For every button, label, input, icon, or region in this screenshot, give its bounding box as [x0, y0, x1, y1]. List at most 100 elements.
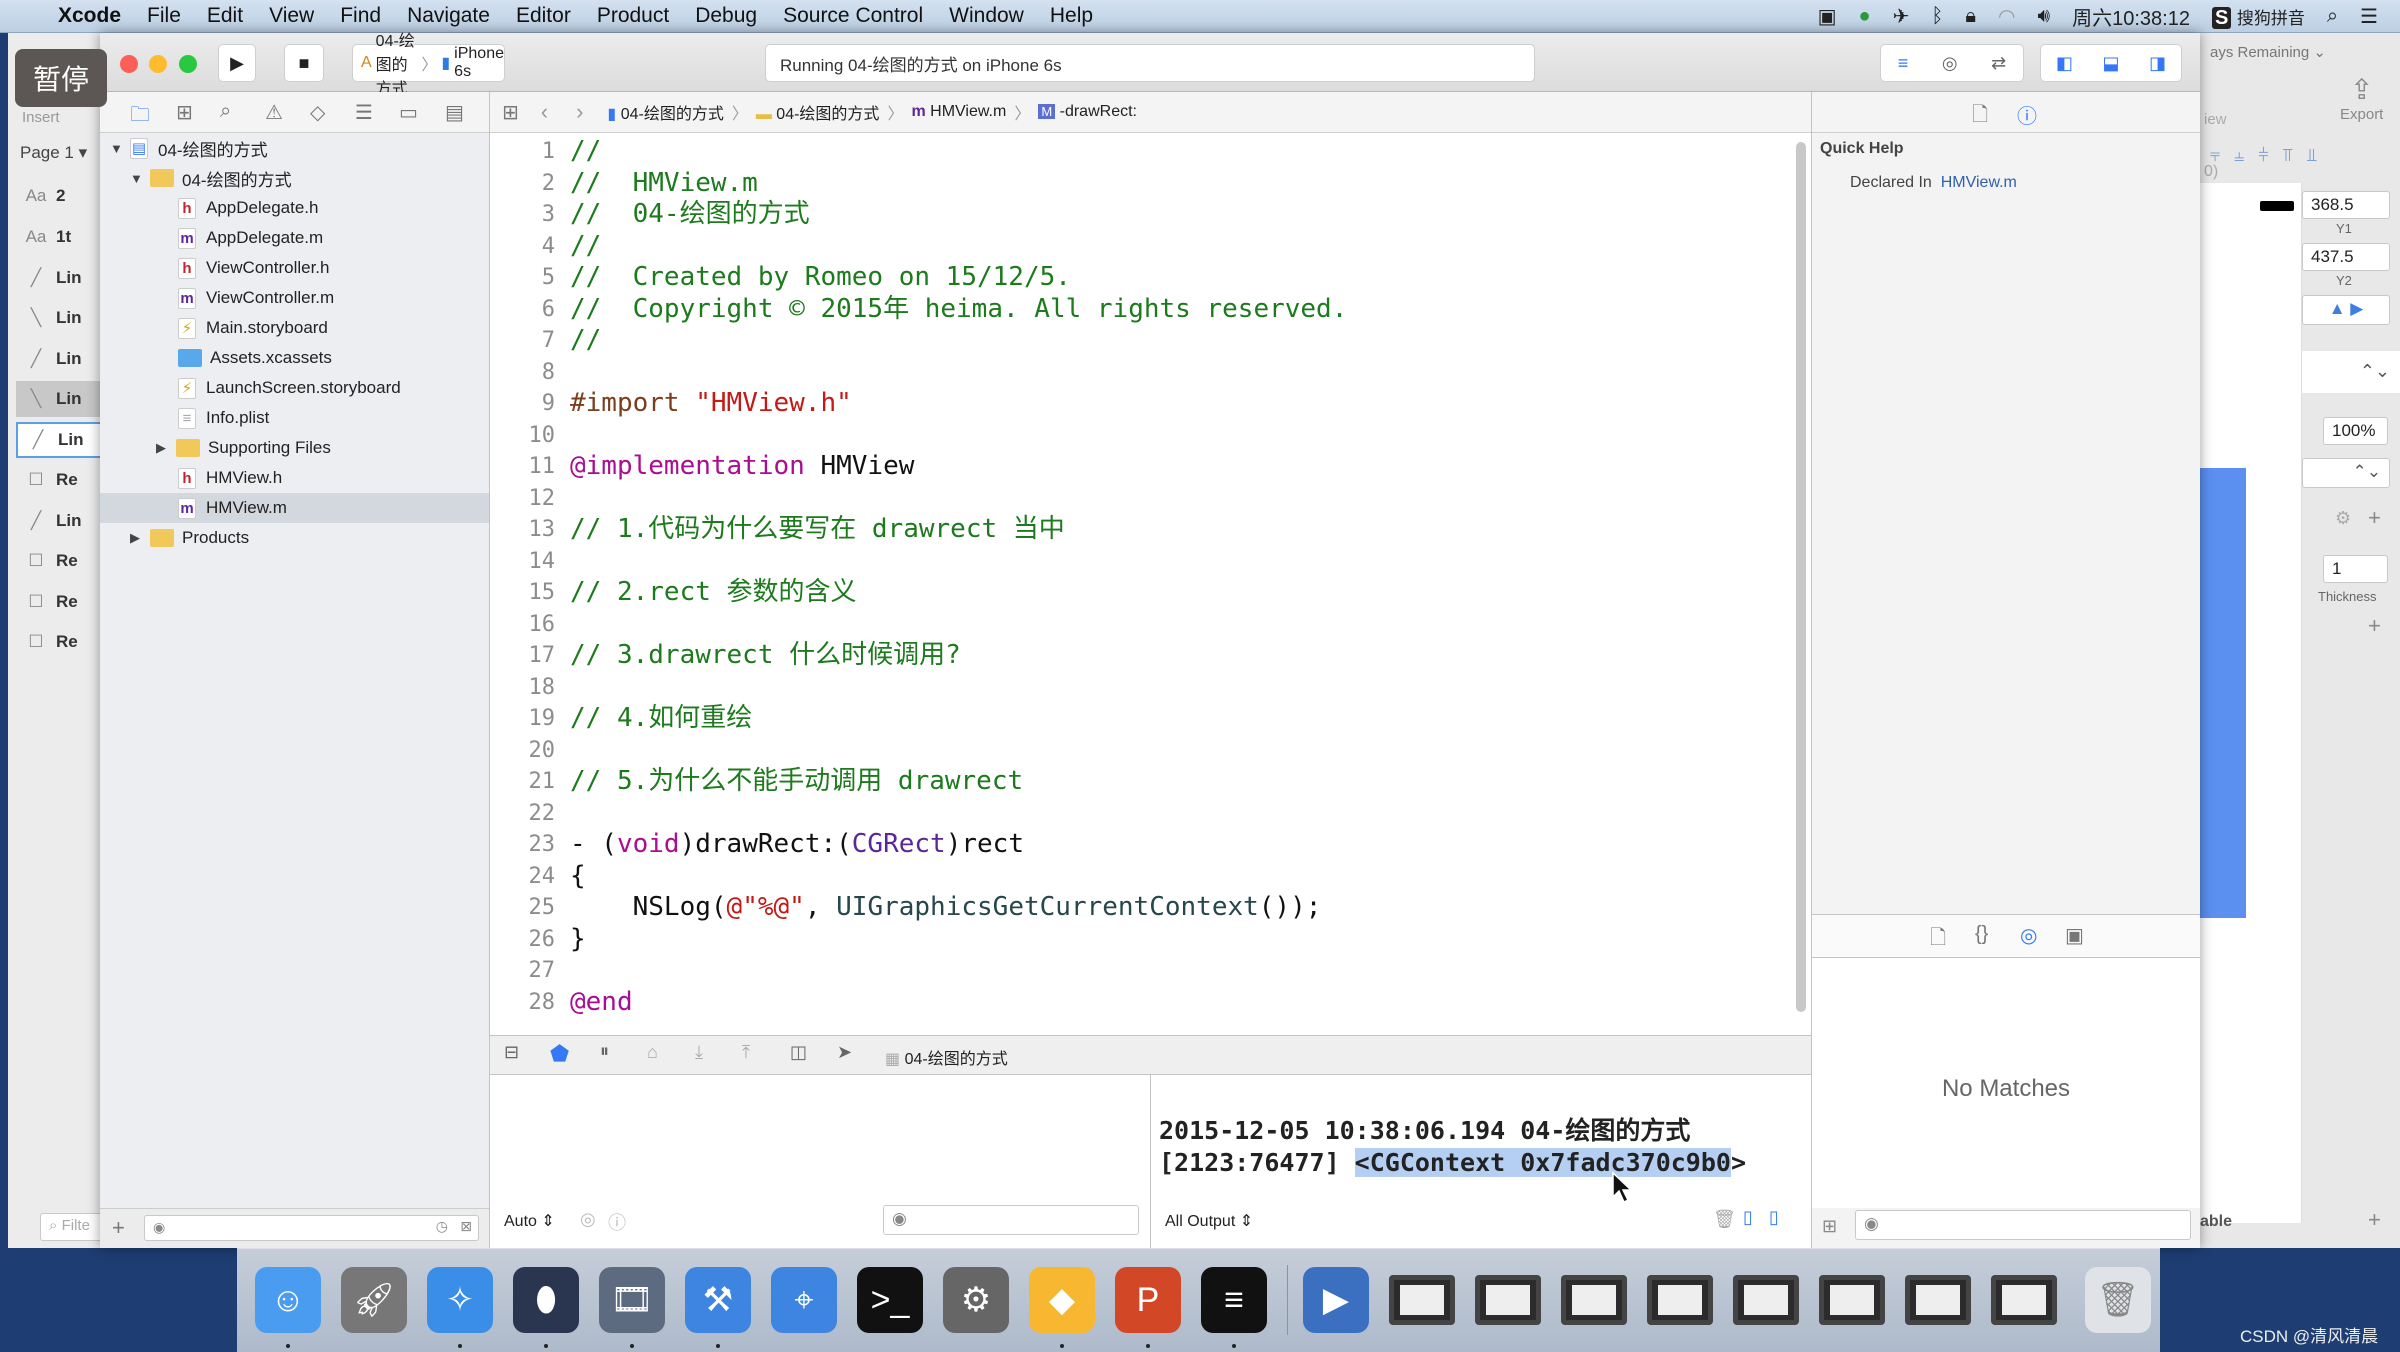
menu-find[interactable]: Find	[340, 4, 381, 28]
add-file-icon[interactable]: +	[112, 1215, 125, 1241]
clock[interactable]: 周六10:38:12	[2072, 2, 2190, 31]
spotlight-icon[interactable]: ⌕	[2327, 5, 2338, 28]
forward-icon[interactable]: ›	[576, 99, 583, 125]
opacity-field[interactable]: 100%	[2323, 417, 2388, 445]
align-toolbar[interactable]: ⫧⫨⫩⫪⫫	[2210, 145, 2400, 166]
movie-icon[interactable]: 🎞︎	[599, 1267, 665, 1333]
object-library-icon[interactable]: ◎	[2020, 923, 2037, 948]
window-thumb-3[interactable]	[1561, 1275, 1627, 1325]
issue-navigator-icon[interactable]: ⚠	[265, 100, 283, 125]
navigator-item[interactable]: m HMView.m	[100, 493, 489, 523]
assistant-editor-icon[interactable]: ◎	[1942, 53, 1958, 74]
blend-select[interactable]: ⌃⌄	[2302, 351, 2400, 393]
jump-item-project[interactable]: ▮ 04-绘图的方式	[607, 100, 723, 124]
scheme-selector[interactable]: A 04-绘图的方式〉 ▮ iPhone 6s	[352, 33, 505, 98]
window-thumb-5[interactable]	[1733, 1275, 1799, 1325]
standard-editor-icon[interactable]: ≡	[1898, 53, 1909, 74]
menu-source-control[interactable]: Source Control	[783, 4, 923, 28]
finder-icon[interactable]: ☺	[255, 1267, 321, 1333]
navigator-item[interactable]: h AppDelegate.h	[100, 193, 489, 223]
window-thumb-6[interactable]	[1819, 1275, 1885, 1325]
breakpoints-toggle-icon[interactable]: ⬟	[550, 1041, 569, 1067]
navigator-item[interactable]: h ViewController.h	[100, 253, 489, 283]
menu-editor[interactable]: Editor	[516, 4, 571, 28]
window-thumb-7[interactable]	[1905, 1275, 1971, 1325]
thickness-field[interactable]: 1	[2323, 555, 2388, 583]
menu-product[interactable]: Product	[597, 4, 669, 28]
navigator-item[interactable]: ≡ Info.plist	[100, 403, 489, 433]
disclosure-open-icon[interactable]: ▼	[110, 141, 126, 156]
menu-debug[interactable]: Debug	[695, 4, 757, 28]
sketch-icon[interactable]: ◆	[1029, 1267, 1095, 1333]
wifi-icon[interactable]: ◠	[1998, 4, 2015, 29]
back-icon[interactable]: ‹	[541, 99, 548, 125]
menu-app[interactable]: Xcode	[58, 4, 121, 28]
navigator-filter-input[interactable]: ◉ ◷ ⊠	[144, 1215, 479, 1241]
quick-help-icon[interactable]: ⓘ	[2017, 100, 2037, 129]
screen-record-icon[interactable]: ▣	[1818, 4, 1837, 29]
instruments-icon[interactable]: ⌖	[771, 1267, 837, 1333]
window-thumb-1[interactable]	[1389, 1275, 1455, 1325]
file-inspector-icon[interactable]: 🗋	[1972, 100, 1988, 134]
add-export-icon[interactable]: +	[2368, 1207, 2381, 1233]
report-navigator-icon[interactable]: ▤	[445, 100, 464, 125]
quick-look-icon[interactable]: ◎	[580, 1209, 596, 1230]
scope-select[interactable]: Auto ⇕	[504, 1211, 555, 1231]
jump-item-group[interactable]: ▬ 04-绘图的方式	[756, 100, 880, 124]
editor-scrollbar[interactable]	[1796, 142, 1806, 1012]
split-console-icon[interactable]: ▯	[1769, 1207, 1779, 1228]
y2-field[interactable]: 437.5	[2302, 243, 2390, 271]
safari-icon[interactable]: ✧	[427, 1267, 493, 1333]
page-select[interactable]: Page 1 ▾	[20, 143, 87, 163]
navigator-item[interactable]: ▶ Supporting Files	[100, 433, 489, 463]
border-settings-icon[interactable]: ⚙	[2335, 508, 2351, 529]
app-status-icon[interactable]: ●	[1859, 5, 1871, 28]
step-out-icon[interactable]: ⤒	[742, 1042, 750, 1063]
info-icon[interactable]: ⓘ	[608, 1209, 626, 1235]
navigator-item[interactable]: ▶ Products	[100, 523, 489, 553]
system-preferences-icon[interactable]: ⚙	[943, 1267, 1009, 1333]
toggle-navigator-icon[interactable]: ◧	[2056, 53, 2073, 74]
y1-field[interactable]: 368.5	[2302, 191, 2390, 219]
close-button[interactable]	[120, 55, 138, 73]
related-items-icon[interactable]: ⊞	[502, 100, 519, 125]
toggle-utilities-icon[interactable]: ◨	[2149, 53, 2166, 74]
launchpad-icon[interactable]: 🚀︎	[341, 1267, 407, 1333]
disclosure-closed-icon[interactable]: ▶	[130, 530, 146, 546]
volume-icon[interactable]: 🔊︎	[2037, 5, 2050, 28]
recent-files-icon[interactable]: ◷	[436, 1218, 448, 1235]
code-area[interactable]: 1 // 2 // HMView.m 3 // 04-绘图的方式 4 // 5 // Create…	[490, 133, 1790, 1035]
navigator-item[interactable]: ⚡ LaunchScreen.storyboard	[100, 373, 489, 403]
disclosure-open-icon[interactable]: ▼	[130, 171, 146, 186]
library-filter-input[interactable]: ◉	[1855, 1210, 2191, 1240]
trash-icon[interactable]: 🗑︎	[2085, 1267, 2151, 1333]
jump-item-file[interactable]: m HMView.m	[911, 103, 1006, 121]
file-template-icon[interactable]: 🗋	[1930, 923, 1946, 957]
code-snippet-icon[interactable]: {}	[1975, 923, 1988, 946]
lock-icon[interactable]: 🔒︎	[1965, 5, 1976, 28]
toggle-debug-icon[interactable]: ⬓	[2102, 53, 2119, 74]
project-navigator-icon[interactable]: 🗀	[130, 100, 150, 134]
style-select[interactable]: ⌃⌄	[2302, 458, 2390, 488]
grid-view-icon[interactable]: ⊞	[1822, 1216, 1837, 1237]
breakpoint-navigator-icon[interactable]: ▭	[399, 100, 418, 125]
output-select[interactable]: All Output ⇕	[1165, 1211, 1253, 1231]
pause-overlay[interactable]: 暂停	[15, 49, 107, 107]
navigator-item[interactable]: m ViewController.m	[100, 283, 489, 313]
version-editor-icon[interactable]: ⇄	[1991, 53, 2006, 74]
navigator-item[interactable]: Assets.xcassets	[100, 343, 489, 373]
console-icon[interactable]: ≡	[1201, 1267, 1267, 1333]
find-navigator-icon[interactable]: ⌕	[220, 100, 231, 123]
insert-label[interactable]: Insert	[22, 109, 60, 126]
add-border-icon[interactable]: +	[2368, 505, 2381, 531]
window-thumb-8[interactable]	[1991, 1275, 2057, 1325]
pause-icon[interactable]: ⏸︎	[600, 1041, 609, 1062]
run-button[interactable]: ▶	[218, 44, 256, 82]
step-in-icon[interactable]: ⤓	[695, 1042, 703, 1063]
add-shadow-icon[interactable]: +	[2368, 613, 2381, 639]
airplane-icon[interactable]: ✈	[1893, 4, 1910, 29]
bluetooth-icon[interactable]: ᛒ	[1931, 5, 1943, 28]
navigator-item[interactable]: ▼ 04-绘图的方式	[100, 163, 489, 193]
navigator-item[interactable]: h HMView.h	[100, 463, 489, 493]
disclosure-closed-icon[interactable]: ▶	[156, 440, 172, 456]
